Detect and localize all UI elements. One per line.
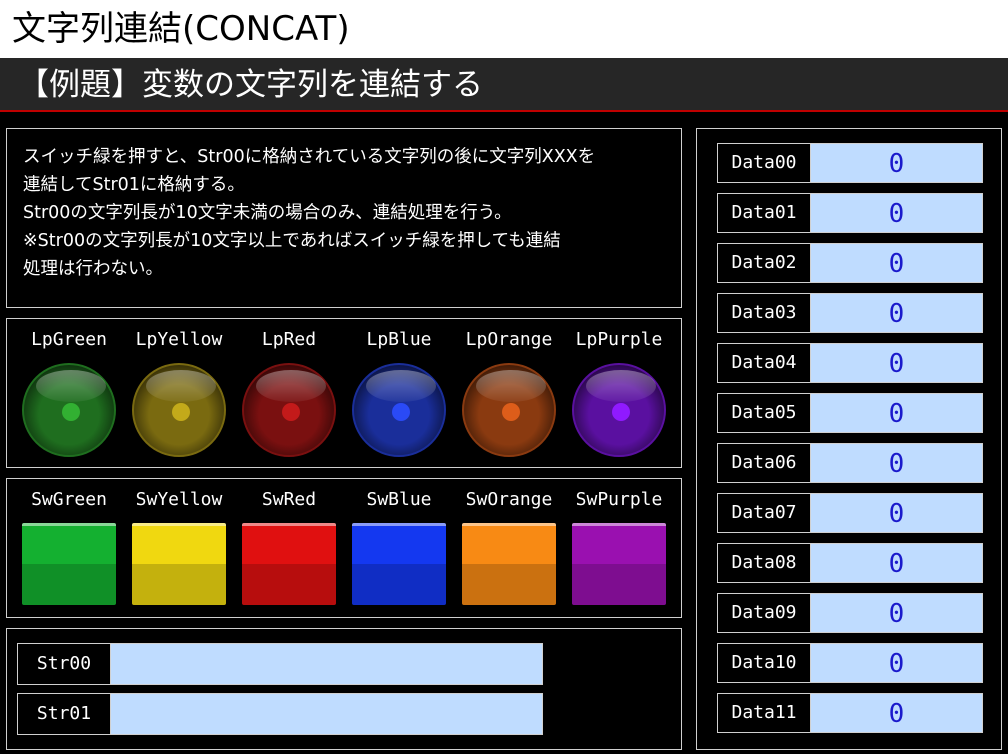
data-label: Data05 bbox=[717, 393, 811, 433]
switch-label-yellow: SwYellow bbox=[135, 489, 223, 510]
data-label: Data04 bbox=[717, 343, 811, 383]
lamp-orange-icon bbox=[462, 363, 556, 457]
switch-label-blue: SwBlue bbox=[366, 489, 432, 510]
data-value: 0 bbox=[811, 343, 983, 383]
data-value: 0 bbox=[811, 293, 983, 333]
lamp-purple-icon bbox=[572, 363, 666, 457]
data-value: 0 bbox=[811, 543, 983, 583]
switch-green-button[interactable] bbox=[22, 523, 116, 605]
data-value: 0 bbox=[811, 693, 983, 733]
data-row: Data10 0 bbox=[717, 643, 983, 683]
lamp-label-red: LpRed bbox=[261, 329, 317, 350]
switch-label-red: SwRed bbox=[261, 489, 317, 510]
lamp-label-green: LpGreen bbox=[31, 329, 107, 350]
description-line: Str00の文字列長が10文字未満の場合のみ、連結処理を行う。 bbox=[23, 203, 512, 223]
data-value: 0 bbox=[811, 643, 983, 683]
lamp-yellow-icon bbox=[132, 363, 226, 457]
data-row: Data06 0 bbox=[717, 443, 983, 483]
data-value: 0 bbox=[811, 443, 983, 483]
description-line: ※Str00の文字列長が10文字以上であればスイッチ緑を押しても連結 bbox=[23, 231, 561, 251]
data-value: 0 bbox=[811, 393, 983, 433]
data-value: 0 bbox=[811, 143, 983, 183]
data-label: Data02 bbox=[717, 243, 811, 283]
lamp-center bbox=[392, 403, 410, 421]
lamp-center bbox=[282, 403, 300, 421]
data-label: Data07 bbox=[717, 493, 811, 533]
description-line: 処理は行わない。 bbox=[23, 259, 163, 279]
lamp-red-icon bbox=[242, 363, 336, 457]
data-row: Data09 0 bbox=[717, 593, 983, 633]
lamp-center bbox=[502, 403, 520, 421]
data-row: Data02 0 bbox=[717, 243, 983, 283]
data-row: Data05 0 bbox=[717, 393, 983, 433]
data-label: Data00 bbox=[717, 143, 811, 183]
data-row: Data01 0 bbox=[717, 193, 983, 233]
switch-label-green: SwGreen bbox=[31, 489, 107, 510]
data-row: Data07 0 bbox=[717, 493, 983, 533]
switch-purple-button[interactable] bbox=[572, 523, 666, 605]
page-title: 文字列連結(CONCAT) bbox=[0, 0, 1008, 58]
data-value: 0 bbox=[811, 493, 983, 533]
lamp-center bbox=[612, 403, 630, 421]
switch-blue-button[interactable] bbox=[352, 523, 446, 605]
data-panel: Data00 0 Data01 0 Data02 0 Data03 0 Data04 0 … bbox=[696, 128, 1002, 750]
lamp-label-blue: LpBlue bbox=[366, 329, 432, 350]
description-text: スイッチ緑を押すと、Str00に格納されている文字列の後に文字列XXXを 連結し… bbox=[23, 143, 673, 283]
string-value-str00 bbox=[111, 643, 543, 685]
data-row: Data03 0 bbox=[717, 293, 983, 333]
description-line: 連結してStr01に格納する。 bbox=[23, 175, 245, 195]
data-row: Data11 0 bbox=[717, 693, 983, 733]
string-value-str01 bbox=[111, 693, 543, 735]
data-value: 0 bbox=[811, 593, 983, 633]
switch-panel: SwGreen SwYellow SwRed SwBlue SwOrange S… bbox=[6, 478, 682, 618]
string-row-str01: Str01 bbox=[17, 693, 543, 735]
switch-yellow-button[interactable] bbox=[132, 523, 226, 605]
data-label: Data08 bbox=[717, 543, 811, 583]
data-label: Data11 bbox=[717, 693, 811, 733]
lamp-green-icon bbox=[22, 363, 116, 457]
lamp-label-yellow: LpYellow bbox=[135, 329, 223, 350]
data-value: 0 bbox=[811, 193, 983, 233]
string-row-str00: Str00 bbox=[17, 643, 543, 685]
switch-label-orange: SwOrange bbox=[465, 489, 553, 510]
description-panel: スイッチ緑を押すと、Str00に格納されている文字列の後に文字列XXXを 連結し… bbox=[6, 128, 682, 308]
data-label: Data06 bbox=[717, 443, 811, 483]
data-label: Data01 bbox=[717, 193, 811, 233]
string-panel: Str00 Str01 bbox=[6, 628, 682, 750]
lamp-label-orange: LpOrange bbox=[465, 329, 553, 350]
data-row: Data04 0 bbox=[717, 343, 983, 383]
data-value: 0 bbox=[811, 243, 983, 283]
data-row: Data00 0 bbox=[717, 143, 983, 183]
lamp-panel: LpGreen LpYellow LpRed LpBlue LpOrange L… bbox=[6, 318, 682, 468]
string-label: Str01 bbox=[17, 693, 111, 735]
string-label: Str00 bbox=[17, 643, 111, 685]
example-subtitle: 【例題】変数の文字列を連結する bbox=[0, 58, 1008, 112]
switch-label-purple: SwPurple bbox=[575, 489, 663, 510]
lamp-label-purple: LpPurple bbox=[575, 329, 663, 350]
data-label: Data10 bbox=[717, 643, 811, 683]
data-row: Data08 0 bbox=[717, 543, 983, 583]
lamp-center bbox=[172, 403, 190, 421]
switch-red-button[interactable] bbox=[242, 523, 336, 605]
data-label: Data09 bbox=[717, 593, 811, 633]
lamp-blue-icon bbox=[352, 363, 446, 457]
lamp-center bbox=[62, 403, 80, 421]
data-label: Data03 bbox=[717, 293, 811, 333]
switch-orange-button[interactable] bbox=[462, 523, 556, 605]
description-line: スイッチ緑を押すと、Str00に格納されている文字列の後に文字列XXXを bbox=[23, 147, 596, 167]
